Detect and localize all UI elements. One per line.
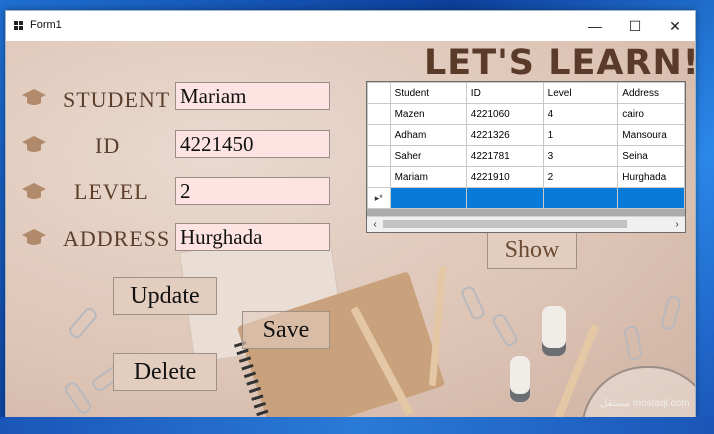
grid-column-header[interactable]: Level bbox=[542, 82, 619, 104]
minimize-button[interactable]: — bbox=[575, 11, 615, 41]
grid-column-header[interactable]: Address bbox=[617, 82, 685, 104]
save-button[interactable]: Save bbox=[242, 311, 330, 349]
grid-cell[interactable]: 3 bbox=[542, 145, 619, 167]
background-paperclip bbox=[490, 311, 520, 349]
new-row-marker[interactable]: ▸* bbox=[367, 187, 391, 209]
page-heading: LET'S LEARN! bbox=[424, 43, 695, 83]
background-paperclip bbox=[623, 325, 643, 361]
grid-cell[interactable]: Mariam bbox=[389, 166, 467, 188]
scroll-left-icon[interactable]: ‹ bbox=[367, 217, 383, 232]
students-data-grid[interactable]: Student ID Level Address Mazen 4221060 4… bbox=[366, 81, 686, 233]
grid-cell[interactable]: Mansoura bbox=[617, 124, 685, 146]
background-paperclip bbox=[659, 294, 683, 332]
grid-cell[interactable]: 4221326 bbox=[465, 124, 544, 146]
grid-cell[interactable]: 2 bbox=[542, 166, 619, 188]
close-button[interactable]: ✕ bbox=[655, 11, 695, 41]
grid-column-header[interactable]: Student bbox=[389, 82, 467, 104]
graduation-cap-icon bbox=[22, 229, 46, 245]
grid-cell[interactable] bbox=[465, 187, 544, 209]
student-label: STUDENT bbox=[63, 87, 171, 112]
title-bar[interactable]: Form1 — ☐ ✕ bbox=[6, 11, 695, 41]
form-client-area: LET'S LEARN! STUDENT Mariam ID 4221450 L… bbox=[6, 41, 695, 418]
watermark: مستقل mostaql.com bbox=[600, 398, 690, 409]
grid-cell[interactable]: Hurghada bbox=[617, 166, 685, 188]
grid-cell[interactable] bbox=[617, 187, 685, 209]
horizontal-scrollbar[interactable]: ‹ › bbox=[367, 216, 685, 232]
app-icon bbox=[14, 21, 24, 31]
row-header[interactable] bbox=[367, 103, 391, 125]
grid-corner-cell[interactable] bbox=[367, 82, 391, 104]
grid-cell[interactable]: Saher bbox=[389, 145, 467, 167]
background-paperclip bbox=[459, 284, 487, 322]
grid-column-header[interactable]: ID bbox=[465, 82, 544, 104]
delete-button[interactable]: Delete bbox=[113, 353, 217, 391]
grid-cell[interactable]: Adham bbox=[389, 124, 467, 146]
show-button[interactable]: Show bbox=[487, 231, 577, 269]
graduation-cap-icon bbox=[22, 136, 46, 152]
app-window: Form1 — ☐ ✕ LET'S LEARN! STUDENT Mariam … bbox=[5, 10, 696, 419]
address-input[interactable]: Hurghada bbox=[175, 223, 330, 251]
background-paperclip bbox=[62, 380, 94, 416]
grid-header-row: Student ID Level Address bbox=[367, 82, 685, 104]
grid-cell[interactable]: 4221060 bbox=[465, 103, 544, 125]
table-row[interactable]: Mazen 4221060 4 cairo bbox=[367, 103, 685, 125]
level-input[interactable]: 2 bbox=[175, 177, 330, 205]
address-label: ADDRESS bbox=[63, 226, 171, 251]
grid-cell[interactable]: 1 bbox=[542, 124, 619, 146]
scrollbar-thumb[interactable] bbox=[383, 220, 627, 228]
grid-cell[interactable]: 4221781 bbox=[465, 145, 544, 167]
grid-cell[interactable]: cairo bbox=[617, 103, 685, 125]
row-header[interactable] bbox=[367, 166, 391, 188]
row-header[interactable] bbox=[367, 145, 391, 167]
table-row[interactable]: Mariam 4221910 2 Hurghada bbox=[367, 166, 685, 188]
row-header[interactable] bbox=[367, 124, 391, 146]
grid-cell[interactable]: 4 bbox=[542, 103, 619, 125]
id-label: ID bbox=[95, 133, 121, 158]
background-paperclip bbox=[66, 305, 100, 341]
window-title: Form1 bbox=[30, 19, 62, 31]
table-row[interactable]: Adham 4221326 1 Mansoura bbox=[367, 124, 685, 146]
desktop-background-strip bbox=[0, 417, 714, 434]
grid-cell[interactable]: Mazen bbox=[389, 103, 467, 125]
grid-cell[interactable]: Seina bbox=[617, 145, 685, 167]
table-row[interactable]: Saher 4221781 3 Seina bbox=[367, 145, 685, 167]
scroll-right-icon[interactable]: › bbox=[669, 217, 685, 232]
level-label: LEVEL bbox=[74, 179, 149, 204]
background-protractor bbox=[581, 366, 695, 418]
grid-cell[interactable] bbox=[542, 187, 619, 209]
grid-cell[interactable]: 4221910 bbox=[465, 166, 544, 188]
grid-cell[interactable] bbox=[389, 187, 467, 209]
id-input[interactable]: 4221450 bbox=[175, 130, 330, 158]
update-button[interactable]: Update bbox=[113, 277, 217, 315]
new-row[interactable]: ▸* bbox=[367, 187, 685, 209]
student-input[interactable]: Mariam bbox=[175, 82, 330, 110]
background-eraser bbox=[542, 306, 566, 356]
background-eraser bbox=[510, 356, 530, 402]
maximize-button[interactable]: ☐ bbox=[615, 11, 655, 41]
graduation-cap-icon bbox=[22, 89, 46, 105]
graduation-cap-icon bbox=[22, 183, 46, 199]
